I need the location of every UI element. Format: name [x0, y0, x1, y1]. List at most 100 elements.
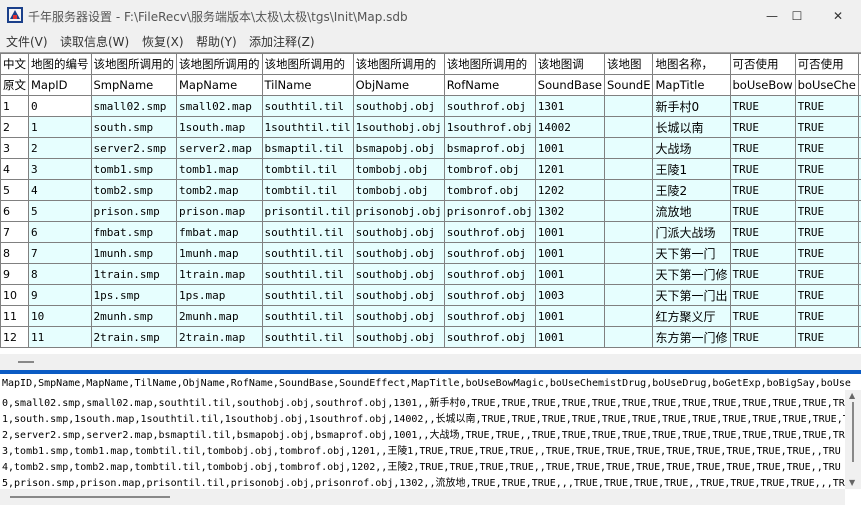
row-header-cell[interactable]: 中文: [0, 53, 29, 75]
grid-cell[interactable]: 1ps.smp: [90, 284, 177, 306]
grid-cell[interactable]: 王陵1: [652, 158, 731, 180]
grid-cell[interactable]: [603, 305, 654, 327]
column-header-cell[interactable]: 该地图所调用的: [90, 53, 177, 75]
grid-cell[interactable]: [603, 179, 654, 201]
grid-cell[interactable]: 7: [28, 242, 92, 264]
row-number-cell[interactable]: 1: [0, 95, 29, 117]
grid-cell[interactable]: 东方第一门修: [652, 326, 731, 348]
grid-cell[interactable]: [603, 137, 654, 159]
grid-cell[interactable]: southtil.til: [261, 263, 354, 285]
grid-cell[interactable]: TRUE: [729, 221, 796, 243]
grid-cell[interactable]: tombobj.obj: [352, 158, 445, 180]
grid-cell[interactable]: TRUE: [794, 179, 859, 201]
grid-cell[interactable]: prisontil.til: [261, 200, 354, 222]
grid-cell[interactable]: 2munh.smp: [90, 305, 177, 327]
grid-cell[interactable]: southobj.obj: [352, 242, 445, 264]
grid-cell[interactable]: bsmaptil.til: [261, 137, 354, 159]
grid-cell[interactable]: 天下第一门修: [652, 263, 731, 285]
column-header-cell[interactable]: MapName: [176, 74, 263, 96]
grid-cell[interactable]: TRUE: [729, 326, 796, 348]
grid-cell[interactable]: 2munh.map: [176, 305, 263, 327]
grid-cell[interactable]: TRUE: [794, 137, 859, 159]
grid-cell[interactable]: [603, 200, 654, 222]
grid-horizontal-scrollbar[interactable]: [0, 354, 861, 370]
column-header-cell[interactable]: 该地图所调用的: [176, 53, 263, 75]
row-number-cell[interactable]: 8: [0, 242, 29, 264]
grid-cell[interactable]: TRUE: [794, 263, 859, 285]
grid-cell[interactable]: TRUE: [729, 95, 796, 117]
column-header-cell[interactable]: MapID: [28, 74, 92, 96]
grid-cell[interactable]: server2.smp: [90, 137, 177, 159]
grid-cell[interactable]: 天下第一门: [652, 242, 731, 264]
grid-cell[interactable]: 1001: [534, 221, 606, 243]
grid-cell[interactable]: 1003: [534, 284, 606, 306]
grid-cell[interactable]: [603, 158, 654, 180]
grid-cell[interactable]: southrof.obj: [443, 95, 536, 117]
maximize-button[interactable]: ☐: [774, 0, 820, 31]
grid-cell[interactable]: south.smp: [90, 116, 177, 138]
grid-cell[interactable]: [603, 242, 654, 264]
grid-cell[interactable]: southobj.obj: [352, 326, 445, 348]
grid-cell[interactable]: TRUE: [729, 305, 796, 327]
grid-cell[interactable]: TRUE: [729, 242, 796, 264]
grid-cell[interactable]: 王陵2: [652, 179, 731, 201]
grid-cell[interactable]: TRUE: [729, 179, 796, 201]
column-header-cell[interactable]: 该地图调: [534, 53, 606, 75]
column-header-cell[interactable]: MapTitle: [652, 74, 731, 96]
row-number-cell[interactable]: 7: [0, 221, 29, 243]
column-header-cell[interactable]: TilName: [261, 74, 354, 96]
grid-cell[interactable]: bsmaprof.obj: [443, 137, 536, 159]
column-header-cell[interactable]: 地图名称，: [652, 53, 731, 75]
grid-cell[interactable]: southrof.obj: [443, 305, 536, 327]
grid-cell[interactable]: southtil.til: [261, 326, 354, 348]
grid-cell[interactable]: southrof.obj: [443, 221, 536, 243]
grid-cell[interactable]: 14002: [534, 116, 606, 138]
grid-cell[interactable]: southtil.til: [261, 242, 354, 264]
row-number-cell[interactable]: 10: [0, 284, 29, 306]
grid-cell[interactable]: TRUE: [794, 242, 859, 264]
grid-cell[interactable]: 1southrof.obj: [443, 116, 536, 138]
grid-cell[interactable]: southobj.obj: [352, 221, 445, 243]
grid-cell[interactable]: TRUE: [794, 305, 859, 327]
grid-cell[interactable]: 1202: [534, 179, 606, 201]
grid-cell[interactable]: TRUE: [729, 158, 796, 180]
grid-cell[interactable]: southtil.til: [261, 95, 354, 117]
grid-cell[interactable]: 1302: [534, 200, 606, 222]
grid-cell[interactable]: 红方聚义厅: [652, 305, 731, 327]
column-header-cell[interactable]: ObjName: [352, 74, 445, 96]
scroll-down-icon[interactable]: ▼: [849, 478, 855, 487]
row-number-cell[interactable]: 3: [0, 137, 29, 159]
close-button[interactable]: ✕: [815, 0, 861, 31]
menu-help[interactable]: 帮助(Y): [196, 33, 237, 50]
grid-cell[interactable]: small02.smp: [90, 95, 177, 117]
grid-cell[interactable]: 1001: [534, 242, 606, 264]
grid-cell[interactable]: tombrof.obj: [443, 158, 536, 180]
grid-cell[interactable]: fmbat.smp: [90, 221, 177, 243]
grid-cell[interactable]: 门派大战场: [652, 221, 731, 243]
grid-cell[interactable]: TRUE: [729, 263, 796, 285]
grid-cell[interactable]: 2: [28, 137, 92, 159]
grid-cell[interactable]: tombtil.til: [261, 179, 354, 201]
grid-cell[interactable]: TRUE: [794, 200, 859, 222]
grid-cell[interactable]: southobj.obj: [352, 95, 445, 117]
grid-cell[interactable]: southrof.obj: [443, 284, 536, 306]
column-header-cell[interactable]: SmpName: [90, 74, 177, 96]
column-header-cell[interactable]: 地图的编号: [28, 53, 92, 75]
grid-cell[interactable]: southobj.obj: [352, 305, 445, 327]
column-header-cell[interactable]: 可否使用: [729, 53, 796, 75]
grid-cell[interactable]: 2train.map: [176, 326, 263, 348]
row-number-cell[interactable]: 9: [0, 263, 29, 285]
grid-scroll-thumb[interactable]: [18, 361, 34, 363]
grid-cell[interactable]: TRUE: [794, 95, 859, 117]
column-header-cell[interactable]: 该地图所调用的: [261, 53, 354, 75]
grid-cell[interactable]: TRUE: [794, 116, 859, 138]
grid-cell[interactable]: southobj.obj: [352, 284, 445, 306]
grid-cell[interactable]: TRUE: [729, 137, 796, 159]
grid-cell[interactable]: TRUE: [794, 221, 859, 243]
memo-vertical-scrollbar[interactable]: ▲ ▼: [845, 390, 861, 489]
menu-file[interactable]: 文件(V): [6, 33, 48, 50]
grid-cell[interactable]: 0: [28, 95, 92, 117]
grid-cell[interactable]: tomb2.smp: [90, 179, 177, 201]
grid-cell[interactable]: 11: [28, 326, 92, 348]
grid-cell[interactable]: [603, 221, 654, 243]
